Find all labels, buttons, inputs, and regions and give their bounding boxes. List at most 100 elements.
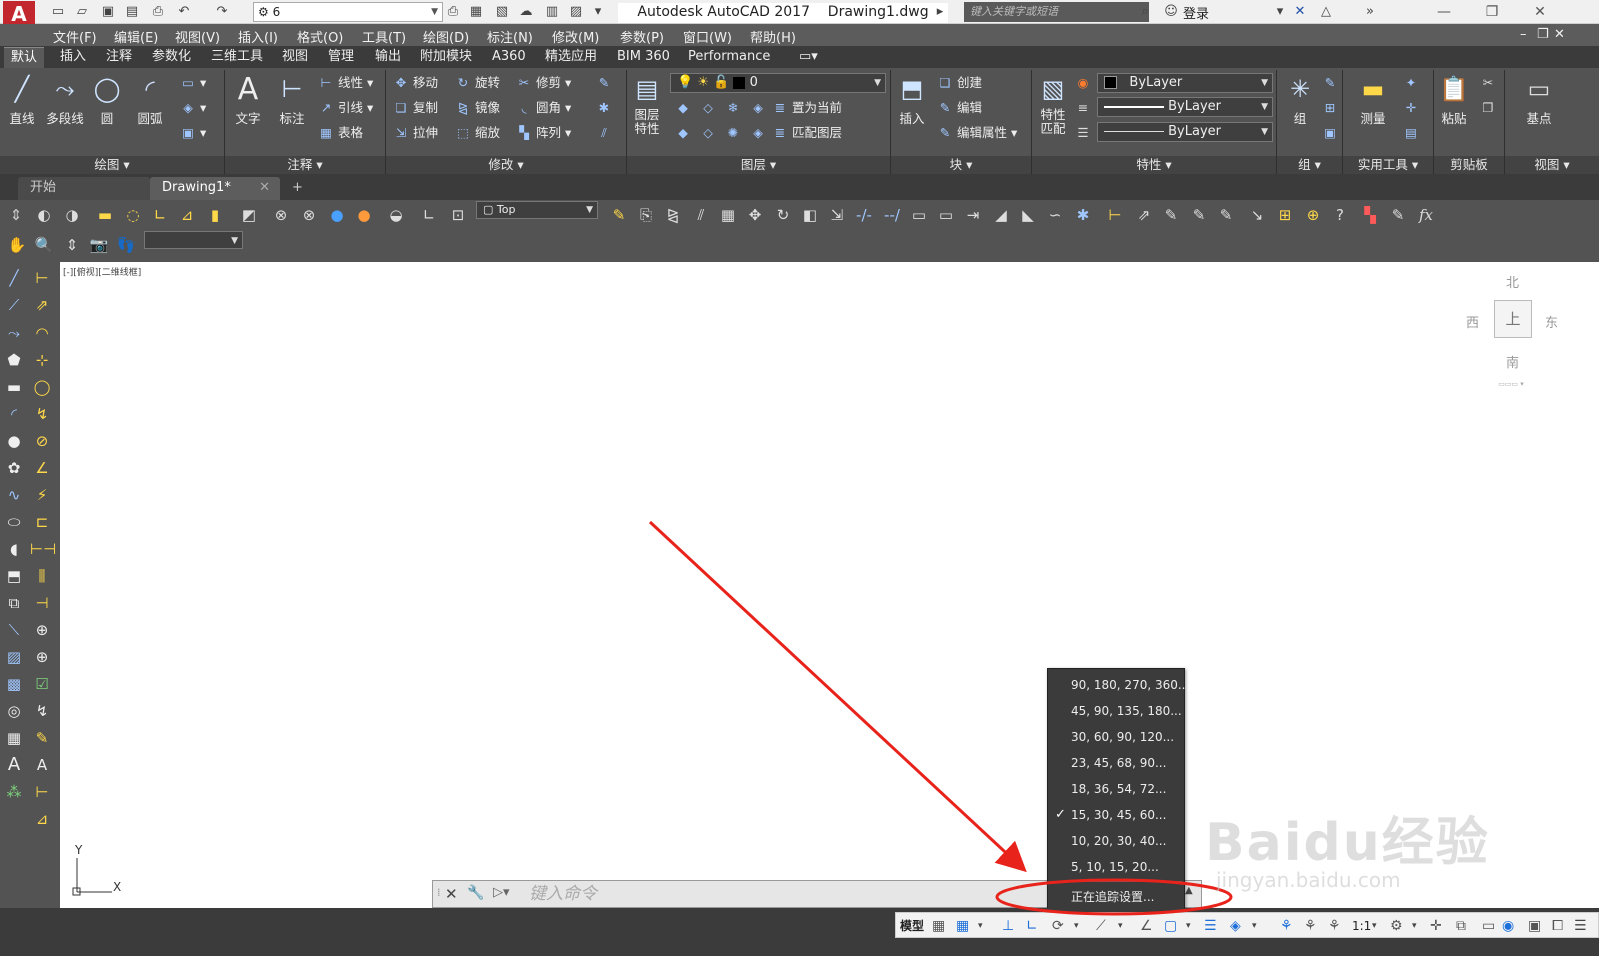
dim-arc-icon[interactable]: ◠ (30, 322, 54, 344)
viewport-controls-label[interactable]: [-][俯视][二维线框] (63, 265, 141, 278)
angle-icon[interactable]: ∟ (149, 205, 171, 225)
object-snap-icon[interactable]: ▢ (1164, 916, 1177, 936)
more-icon[interactable]: » (1362, 4, 1378, 20)
circle-button[interactable]: ◯ 圆 (85, 72, 129, 127)
model-space-button[interactable]: 模型 (900, 916, 924, 936)
command-history-icon[interactable]: ▲ (1185, 885, 1193, 896)
view-combo[interactable]: ▢ Top ▼ (476, 201, 598, 219)
object-snap-tracking-icon[interactable]: ∠ (1140, 916, 1153, 936)
new-file-icon[interactable]: ▭ (50, 4, 66, 20)
dim-angular-icon[interactable]: ∠ (30, 457, 54, 479)
dim-aligned-icon[interactable]: ⇗ (1133, 205, 1155, 225)
dim-linear-icon[interactable]: ⊢ (30, 267, 54, 289)
polar-option-18[interactable]: 18, 36, 54, 72... (1048, 776, 1184, 802)
point-button[interactable]: ✛ (1403, 97, 1423, 119)
offset-button[interactable]: ⫽ (596, 122, 616, 144)
tab-insert[interactable]: 插入 (53, 47, 93, 68)
array-icon[interactable]: ▦ (717, 205, 739, 225)
menu-help[interactable]: 帮助(H) (750, 27, 796, 46)
open-file-icon[interactable]: ▱ (74, 4, 90, 20)
spline-icon[interactable]: ∿ (2, 484, 26, 506)
named-view-combo[interactable]: ▼ (144, 231, 243, 249)
dim-radius-icon[interactable]: ◯ (30, 376, 54, 398)
menu-dimension[interactable]: 标注(N) (487, 27, 533, 46)
viewcube-west[interactable]: 西 (1466, 312, 1479, 331)
customization-icon[interactable]: ☰ (1574, 916, 1587, 936)
menu-tools[interactable]: 工具(T) (362, 27, 406, 46)
dim-jogged-icon[interactable]: ↯ (30, 403, 54, 425)
tab-performance[interactable]: Performance (681, 47, 777, 68)
ruler-icon[interactable]: ▬ (94, 205, 116, 225)
undo-icon[interactable]: ↶ (176, 4, 192, 20)
leader-button[interactable]: ↗ 引线 ▾ (318, 97, 374, 119)
tracking-settings-item[interactable]: 正在追踪设置... (1048, 884, 1184, 910)
jogged-linear-icon[interactable]: ↯ (30, 700, 54, 722)
new-tab-button[interactable]: + (286, 177, 310, 200)
grip-icon[interactable]: ⁞ (437, 886, 441, 899)
modify-panel-title[interactable]: 修改 ▾ (386, 156, 626, 174)
fillet-icon[interactable]: ◣ (1017, 205, 1039, 225)
restore-icon[interactable]: ❐ (1472, 2, 1512, 22)
view-panel-title[interactable]: 视图 ▾ (1505, 156, 1599, 174)
ribbon-toggle-icon[interactable]: ▭▾ (792, 47, 825, 68)
tab-bim360[interactable]: BIM 360 (610, 47, 677, 68)
utilities-panel-title[interactable]: 实用工具 ▾ (1343, 156, 1433, 174)
volume-icon[interactable]: ▮ (204, 205, 226, 225)
viewcube-north[interactable]: 北 (1506, 272, 1519, 291)
rotate-button[interactable]: ↻ 旋转 (455, 72, 500, 94)
tab-drawing1[interactable]: Drawing1* ✕ (150, 177, 280, 200)
dim-continue-icon[interactable]: ⊢⊣ (30, 538, 56, 560)
help-search-input[interactable]: 键入关键字或短语 (964, 2, 1149, 22)
region-icon[interactable]: ◎ (2, 700, 26, 722)
set-current-button[interactable]: ≣ 置为当前 (772, 97, 842, 119)
sheet-icon[interactable]: ▥ (544, 4, 560, 20)
workspace-dropdown-icon[interactable]: ▾ (1412, 916, 1417, 936)
menu-modify[interactable]: 修改(M) (552, 27, 599, 46)
arc-icon[interactable]: ◜ (2, 403, 26, 425)
layers-panel-title[interactable]: 图层 ▾ (627, 156, 890, 174)
tolerance-icon[interactable]: ⊕ (30, 619, 54, 641)
selection-dropdown-icon[interactable]: ▾ (1252, 916, 1257, 936)
dim-style-icon[interactable]: ⊿ (30, 808, 54, 830)
make-block-icon[interactable]: ⧉ (2, 592, 26, 614)
quick-select-button[interactable]: ✦ (1403, 72, 1423, 94)
erase-button[interactable]: ✎ (596, 72, 616, 94)
zoom-window-icon[interactable]: ⇕ (61, 235, 83, 255)
annotation-panel-title[interactable]: 注释 ▾ (225, 156, 385, 174)
menu-window[interactable]: 窗口(W) (683, 27, 732, 46)
copy-icon[interactable]: ⎘ (635, 205, 657, 225)
save-icon[interactable]: ▣ (100, 4, 116, 20)
viewcube-south[interactable]: 南 (1506, 352, 1519, 371)
menu-file[interactable]: 文件(F) (53, 27, 97, 46)
plot-icon[interactable]: ⎙ (445, 4, 461, 20)
command-prompt-icon[interactable]: ▷▾ (493, 885, 510, 900)
offset-icon[interactable]: ⫽ (690, 205, 712, 225)
fx-icon[interactable]: fx (1415, 205, 1437, 225)
table-icon[interactable]: ▦ (2, 727, 26, 749)
dim-edit-icon[interactable]: ✎ (1160, 205, 1182, 225)
base-view-button[interactable]: ▭ 基点 (1517, 72, 1561, 127)
stretch-icon[interactable]: ⇲ (826, 205, 848, 225)
add-selected-icon[interactable]: ⁂ (2, 781, 26, 803)
dim-style-icon[interactable]: ✎ (1188, 205, 1210, 225)
mtext-icon[interactable]: A (2, 754, 26, 776)
create-block-button[interactable]: ❏ 创建 (937, 72, 982, 94)
dim-linear-icon[interactable]: ⊢ (1104, 205, 1126, 225)
polar-option-15[interactable]: ✓ 15, 30, 45, 60... (1048, 802, 1184, 828)
copy-clip-button[interactable]: ❐ (1480, 97, 1500, 119)
fillet-button[interactable]: ◟ 圆角 ▾ (516, 97, 572, 119)
annotation-scale-value[interactable]: 1:1 (1352, 916, 1371, 936)
move-button[interactable]: ✥ 移动 (393, 72, 438, 94)
table-button[interactable]: ▦ 表格 (318, 122, 363, 144)
ungroup-button[interactable]: ✎ (1322, 72, 1342, 94)
tab-output[interactable]: 输出 (368, 47, 408, 68)
linear-button[interactable]: ⊢ 线性 ▾ (318, 72, 374, 94)
save-as-icon[interactable]: ▤ (124, 4, 140, 20)
insert-block-button[interactable]: ⬒ 插入 (890, 72, 934, 127)
annotation-scale-icon[interactable]: ⚘ (1328, 916, 1341, 936)
line-icon[interactable]: ╱ (2, 267, 26, 289)
layer-off-button[interactable]: ◆ (675, 97, 695, 119)
match-properties-button[interactable]: ▧ 特性匹配 (1031, 72, 1075, 136)
workspace-gear-icon[interactable]: ⚙ (1390, 916, 1403, 936)
copy-button[interactable]: ❏ 复制 (393, 97, 438, 119)
